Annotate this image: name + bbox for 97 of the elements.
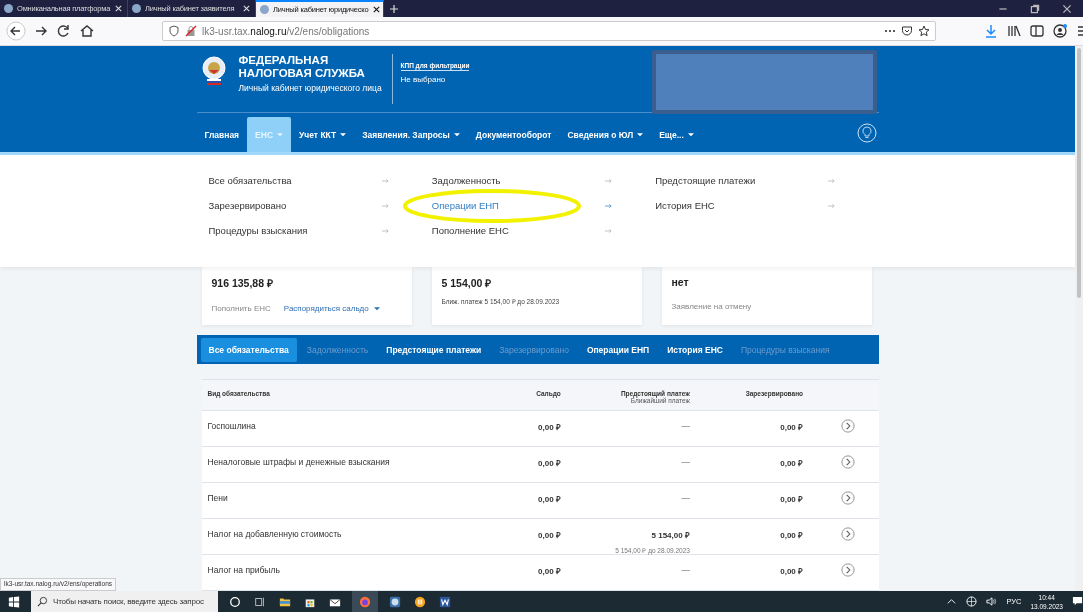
favicon-icon: [260, 5, 269, 14]
table-cell: 0,00 ₽: [780, 459, 804, 468]
card-menu-link[interactable]: Распорядиться сальдо: [283, 304, 380, 314]
chevron-up-icon[interactable]: [946, 596, 958, 607]
emblem-logo-icon: [200, 56, 227, 86]
menu-item[interactable]: Задолженность: [431, 174, 612, 187]
menu-item[interactable]: Процедуры взыскания: [208, 224, 389, 237]
card-link[interactable]: Заявление на отмену: [671, 302, 752, 312]
arrow-right-icon: [381, 227, 389, 234]
library-icon[interactable]: [1006, 23, 1022, 39]
card-link[interactable]: Пополнить ЕНС: [211, 304, 271, 314]
service-title: ФЕДЕРАЛЬНАЯ НАЛОГОВАЯ СЛУЖБА: [238, 54, 366, 80]
table-cell: Пени: [207, 493, 228, 503]
table-cell-text: 5 154,00 ₽: [650, 530, 690, 540]
menu-item[interactable]: История ЕНС: [655, 199, 836, 212]
section-tab[interactable]: Предстоящие платежи: [378, 337, 490, 362]
table-cell: 0,00 ₽: [780, 531, 804, 540]
back-icon[interactable]: [6, 21, 26, 41]
table-cell-text: —: [680, 421, 690, 431]
menu-item[interactable]: Все обязательства: [208, 174, 389, 187]
notification-icon[interactable]: [1072, 596, 1083, 607]
table-cell: 0,00 ₽: [780, 567, 804, 576]
chevron-right-icon[interactable]: [840, 491, 855, 505]
windows-start-icon[interactable]: [8, 595, 20, 608]
search-icon: [37, 596, 48, 607]
cortana-icon[interactable]: [229, 595, 241, 608]
scrollbar-thumb[interactable]: [1077, 48, 1081, 298]
arrow-right-icon: [604, 202, 612, 209]
lightbulb-icon[interactable]: [856, 122, 877, 143]
menu-item[interactable]: Зарезервировано: [208, 199, 389, 212]
restore-icon[interactable]: [1029, 2, 1041, 15]
table-cell: 0,00 ₽: [538, 531, 561, 540]
pocket-icon[interactable]: [901, 25, 913, 37]
address-bar[interactable]: lk3-usr.tax.nalog.ru/v2/ens/obligations: [162, 21, 936, 41]
table-cell: Госпошлина: [207, 421, 256, 431]
chevron-right-icon[interactable]: [840, 455, 855, 469]
kpp-value: Не выбрано: [400, 75, 447, 84]
section-tab[interactable]: История ЕНС: [659, 337, 731, 362]
app-icon[interactable]: [389, 595, 401, 608]
chevron-right-icon[interactable]: [840, 563, 855, 577]
download-icon[interactable]: [983, 23, 999, 39]
firefox-icon[interactable]: [359, 595, 371, 608]
table-cell-text: —: [680, 493, 690, 503]
home-icon[interactable]: [79, 23, 95, 39]
table-cell: 0,00 ₽: [780, 423, 804, 432]
service-subtitle: Личный кабинет юридического лица: [238, 83, 383, 93]
table-cell-text: —: [680, 565, 690, 575]
table-cell: 0,00 ₽: [538, 423, 561, 432]
table-cell: 0,00 ₽: [538, 567, 561, 576]
arrow-right-icon: [604, 227, 612, 234]
caret-icon: [373, 306, 380, 311]
card-amount: 916 135,88 ₽: [211, 276, 274, 291]
nav-item[interactable]: Еще...: [651, 117, 702, 152]
menu-item[interactable]: Операции ЕНП: [431, 199, 612, 212]
speaker-icon[interactable]: [986, 596, 998, 607]
favicon-icon: [4, 4, 13, 13]
nav-item[interactable]: Сведения о ЮЛ: [559, 117, 652, 152]
close-icon[interactable]: [1061, 2, 1073, 15]
section-tab[interactable]: Все обязательства: [200, 337, 297, 362]
account-icon[interactable]: [1052, 23, 1068, 39]
table-cell: 0,00 ₽: [538, 495, 561, 504]
close-icon[interactable]: [372, 5, 382, 14]
table-cell: Неналоговые штрафы и денежные взыскания: [207, 457, 390, 467]
network-globe-icon[interactable]: [966, 596, 978, 607]
shield-icon: [168, 25, 180, 37]
table-cell: 0,00 ₽: [780, 495, 804, 504]
arrow-right-icon: [381, 177, 389, 184]
nav-item[interactable]: Документооборот: [467, 117, 560, 152]
menu-item[interactable]: Предстоящие платежи: [655, 174, 836, 187]
taskbar-search-field[interactable]: Чтобы начать поиск, введите здесь запрос: [31, 591, 218, 612]
word-icon[interactable]: [439, 595, 451, 608]
crossed-lock-icon: [185, 25, 197, 37]
nav-item[interactable]: Учет ККТ: [291, 117, 355, 152]
star-icon[interactable]: [918, 25, 930, 37]
arrow-right-icon: [381, 202, 389, 209]
new-tab-icon[interactable]: [389, 3, 399, 14]
table-cell-text: —: [680, 457, 690, 467]
close-icon[interactable]: [114, 4, 124, 13]
card-amount: 5 154,00 ₽: [441, 276, 493, 291]
section-tab[interactable]: Операции ЕНП: [578, 337, 658, 362]
table-cell: Налог на прибыль: [207, 565, 280, 575]
favicon-icon: [132, 4, 141, 13]
sidebar-icon[interactable]: [1029, 23, 1045, 39]
nav-item[interactable]: Заявления. Запросы: [354, 117, 468, 152]
table-cell: Налог на добавленную стоимость: [207, 529, 342, 539]
reload-icon[interactable]: [56, 23, 72, 39]
menu-item[interactable]: Пополнение ЕНС: [431, 224, 612, 237]
table-cell: 0,00 ₽: [538, 459, 561, 468]
arrow-right-icon: [604, 177, 612, 184]
arrow-right-icon: [828, 202, 836, 209]
chevron-right-icon[interactable]: [840, 527, 855, 541]
arrow-right-icon: [828, 177, 836, 184]
task-view-icon[interactable]: [254, 595, 266, 608]
card-amount: нет: [671, 276, 690, 289]
nav-item[interactable]: Главная: [196, 117, 248, 152]
app-icon[interactable]: [414, 595, 426, 608]
chevron-right-icon[interactable]: [840, 419, 855, 433]
